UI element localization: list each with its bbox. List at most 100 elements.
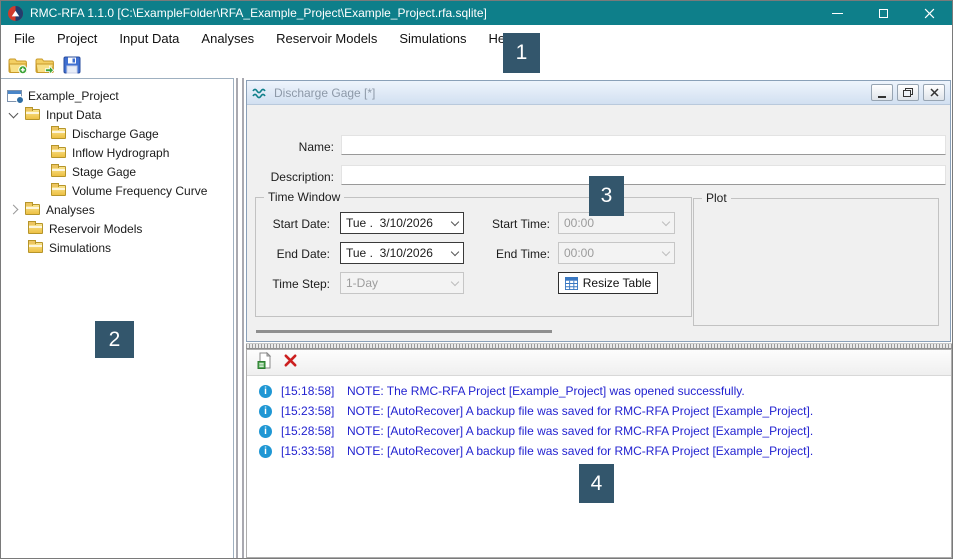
annotation-badge-1: 1 [503,33,540,73]
annotation-badge-2: 2 [95,321,134,358]
tree-root-project[interactable]: Example_Project [1,86,233,105]
chevron-down-icon [450,277,460,286]
menu-file[interactable]: File [3,26,46,51]
app-logo-icon [8,5,23,21]
tree-item-reservoir-models[interactable]: Reservoir Models [1,219,233,238]
tree-item-volume-frequency-curve[interactable]: Volume Frequency Curve [1,181,233,200]
main-toolbar [1,52,952,78]
log-row: i [15:28:58] NOTE: [AutoRecover] A backu… [247,421,951,441]
tree-item-label: Analyses [46,202,95,217]
start-date-select[interactable]: Tue . 3/10/2026 [340,212,464,234]
info-icon: i [259,424,272,438]
tree-item-label: Volume Frequency Curve [72,183,208,198]
doc-restore-icon[interactable] [897,84,919,101]
tree-item-label: Stage Gage [72,164,137,179]
new-project-folder-icon[interactable] [8,56,28,75]
doc-title-bar[interactable]: Discharge Gage [*] [247,81,950,105]
end-time-select: 00:00 [558,242,675,264]
end-date-select[interactable]: Tue . 3/10/2026 [340,242,464,264]
tree-item-simulations[interactable]: Simulations [1,238,233,257]
log-text: NOTE: The RMC-RFA Project [Example_Proje… [347,384,745,398]
message-list: i [15:18:58] NOTE: The RMC-RFA Project [… [247,376,951,461]
export-messages-icon[interactable] [257,351,273,374]
open-project-folder-icon[interactable] [35,56,55,75]
minimize-icon[interactable] [814,1,860,25]
doc-close-icon[interactable] [923,84,945,101]
chevron-down-icon [450,247,460,256]
log-row: i [15:18:58] NOTE: The RMC-RFA Project [… [247,381,951,401]
tree-item-inflow-hydrograph[interactable]: Inflow Hydrograph [1,143,233,162]
tree-item-analyses[interactable]: Analyses [1,200,233,219]
doc-minimize-icon[interactable] [871,84,893,101]
save-icon[interactable] [62,56,82,75]
folder-icon [51,164,66,177]
project-tree-panel: Example_Project Input Data Discharge Gag… [1,78,234,558]
name-label: Name: [298,140,334,154]
tree-item-label: Input Data [46,107,102,122]
time-window-group: Time Window Start Date: Tue . 3/10/2026 … [255,190,692,317]
description-label: Description: [270,170,334,184]
doc-window-controls [867,84,945,101]
window-controls [814,1,952,25]
log-row: i [15:33:58] NOTE: [AutoRecover] A backu… [247,441,951,461]
menu-simulations[interactable]: Simulations [388,26,477,51]
end-date-label: End Date: [276,247,330,261]
folder-icon [25,107,40,120]
annotation-badge-3: 3 [589,176,624,216]
log-timestamp: [15:33:58] [281,444,335,458]
start-date-label: Start Date: [272,217,330,231]
plot-group: Plot [693,191,939,326]
time-step-select: 1-Day [340,272,464,294]
time-step-value: 1-Day [346,276,379,290]
tree-item-label: Reservoir Models [49,221,143,236]
folder-icon [51,145,66,158]
maximize-icon[interactable] [860,1,906,25]
description-field[interactable] [341,165,946,185]
tree-item-label: Discharge Gage [72,126,159,141]
name-field[interactable] [341,135,946,155]
app-window: RMC-RFA 1.1.0 [C:\ExampleFolder\RFA_Exam… [0,0,953,559]
close-icon[interactable] [906,1,952,25]
chevron-down-icon [450,217,460,226]
message-toolbar [247,350,951,376]
folder-icon [51,126,66,139]
doc-content: Name: Description: Time Window Start Dat… [247,105,950,340]
log-timestamp: [15:18:58] [281,384,335,398]
info-icon: i [259,404,272,418]
tree-item-stage-gage[interactable]: Stage Gage [1,162,233,181]
menu-reservoir-models[interactable]: Reservoir Models [265,26,388,51]
start-date-value: Tue . 3/10/2026 [346,216,433,230]
message-panel: i [15:18:58] NOTE: The RMC-RFA Project [… [246,349,952,558]
tree-root-label: Example_Project [28,88,119,103]
tree-item-input-data[interactable]: Input Data [1,105,233,124]
tree-item-discharge-gage[interactable]: Discharge Gage [1,124,233,143]
tree-item-label: Inflow Hydrograph [72,145,170,160]
horizontal-scrollbar-thumb[interactable] [256,330,552,333]
folder-icon [51,183,66,196]
end-date-value: Tue . 3/10/2026 [346,246,433,260]
log-row: i [15:23:58] NOTE: [AutoRecover] A backu… [247,401,951,421]
resize-table-button[interactable]: Resize Table [558,272,658,294]
menu-bar: File Project Input Data Analyses Reservo… [1,25,952,52]
log-text: NOTE: [AutoRecover] A backup file was sa… [347,444,814,458]
time-step-label: Time Step: [272,277,330,291]
title-bar: RMC-RFA 1.1.0 [C:\ExampleFolder\RFA_Exam… [1,1,952,25]
end-time-value: 00:00 [564,246,595,260]
window-title: RMC-RFA 1.1.0 [C:\ExampleFolder\RFA_Exam… [30,6,487,20]
tree-item-label: Simulations [49,240,112,255]
log-timestamp: [15:28:58] [281,424,335,438]
folder-icon [25,202,40,215]
folder-icon [28,221,43,234]
chevron-down-icon [661,247,671,256]
project-icon [7,89,24,104]
end-time-label: End Time: [495,247,550,261]
chevron-down-icon[interactable] [8,108,19,118]
menu-input-data[interactable]: Input Data [108,26,190,51]
clear-messages-icon[interactable] [283,353,298,373]
log-text: NOTE: [AutoRecover] A backup file was sa… [347,404,814,418]
start-time-value: 00:00 [564,216,595,230]
menu-project[interactable]: Project [46,26,108,51]
menu-analyses[interactable]: Analyses [190,26,265,51]
vertical-splitter[interactable] [234,78,246,558]
chevron-right-icon[interactable] [8,204,19,215]
